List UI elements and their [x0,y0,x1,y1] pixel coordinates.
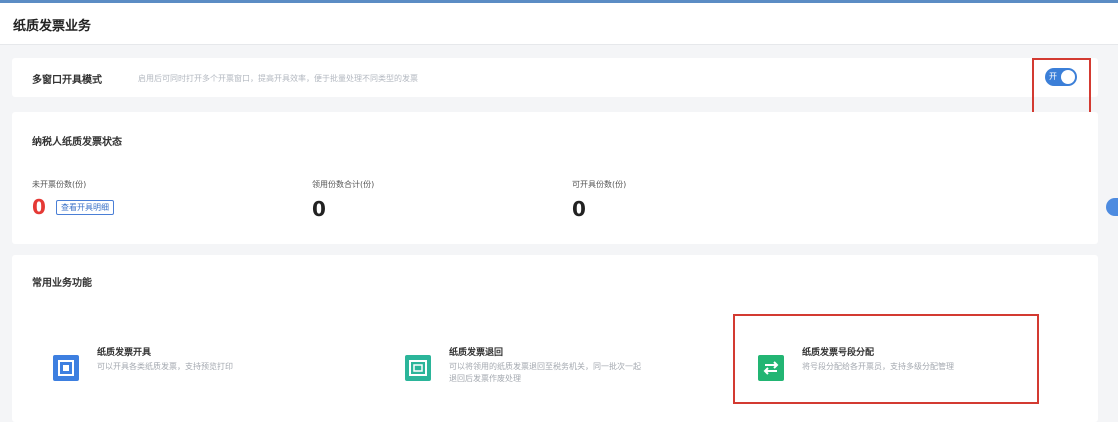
function-desc-return-line2: 退回后发票作废处理 [449,374,521,383]
ticket-status-title: 纳税人纸质发票状态 [32,137,122,148]
toggle-highlight-box [1032,58,1091,119]
stat-value-unissued: 0 [32,195,46,219]
function-desc-return: 可以将领用的纸质发票退回至税务机关，同一批次一起 退回后发票作废处理 [449,361,641,385]
stat-label-available: 可开具份数(份) [572,180,627,189]
stat-value-received: 0 [312,197,326,221]
stat-label-unissued: 未开票份数(份) [32,180,87,189]
function-name-return: 纸质发票退回 [449,348,504,358]
function-name-issue: 纸质发票开具 [97,348,152,358]
multi-window-label: 多窗口开具模式 [32,75,102,86]
ticket-status-card: 纳税人纸质发票状态 未开票份数(份) 0 查看开具明细 领用份数合计(份) 0 … [12,112,1098,244]
multi-window-description: 启用后可同时打开多个开票窗口，提高开具效率，便于批量处理不同类型的发票 [138,74,418,83]
functions-title: 常用业务功能 [32,278,92,289]
function-desc-issue: 可以开具各类纸质发票，支持预览打印 [97,362,233,371]
stat-value-available: 0 [572,197,586,221]
function-highlight-box [733,314,1039,404]
view-detail-link[interactable]: 查看开具明细 [56,200,114,215]
invoice-issue-icon [53,355,79,381]
page-header: 纸质发票业务 [0,3,1118,45]
page-title: 纸质发票业务 [13,19,92,34]
function-desc-return-line1: 可以将领用的纸质发票退回至税务机关，同一批次一起 [449,362,641,371]
invoice-return-icon [405,355,431,381]
multi-window-card: 多窗口开具模式 启用后可同时打开多个开票窗口，提高开具效率，便于批量处理不同类型… [12,58,1098,97]
function-item-return[interactable]: 纸质发票退回 可以将领用的纸质发票退回至税务机关，同一批次一起 退回后发票作废处… [405,348,705,385]
function-item-issue[interactable]: 纸质发票开具 可以开具各类纸质发票，支持预览打印 [53,348,353,385]
side-float-handle[interactable] [1106,198,1118,216]
stat-label-received: 领用份数合计(份) [312,180,375,189]
